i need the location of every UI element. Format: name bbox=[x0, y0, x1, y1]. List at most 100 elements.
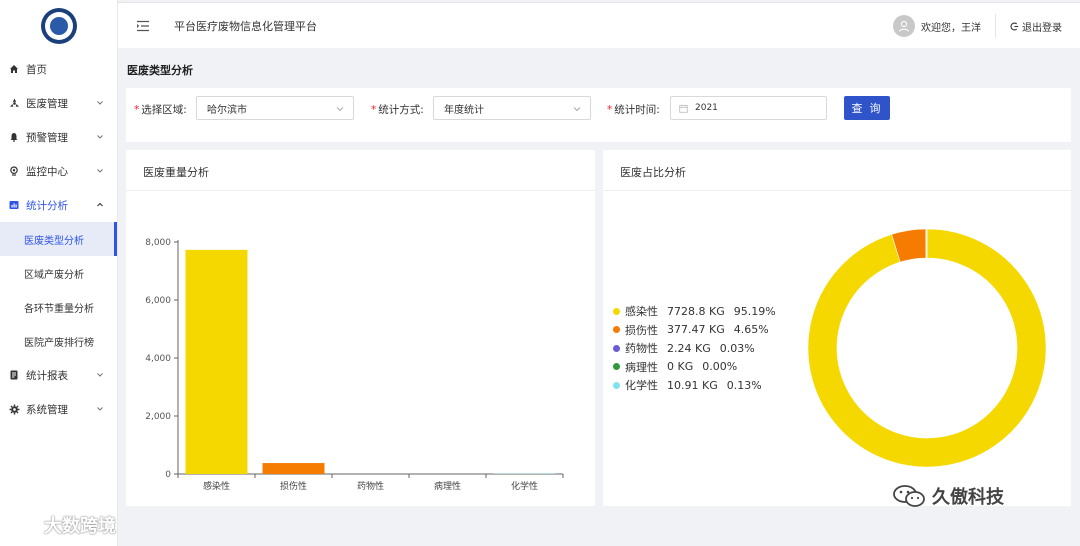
sidebar-item-system-management[interactable]: 系统管理 bbox=[0, 392, 117, 426]
legend-item[interactable]: 化学性 10.91 KG 0.13% bbox=[613, 376, 776, 395]
donut-slice[interactable] bbox=[807, 228, 1047, 468]
sidebar-item-reports[interactable]: 统计报表 bbox=[0, 358, 117, 392]
avatar[interactable] bbox=[893, 15, 915, 37]
logout-label: 退出登录 bbox=[1022, 22, 1062, 34]
sidebar-item-label: 统计报表 bbox=[26, 369, 68, 382]
logo-area bbox=[0, 0, 117, 52]
donut-legend: 感染性 7728.8 KG 95.19% 损伤性 377.47 KG 4.65% 药物性 2.… bbox=[613, 302, 776, 395]
sidebar-item-label: 监控中心 bbox=[26, 165, 68, 178]
header-divider bbox=[995, 14, 996, 38]
legend-percent: 0.13% bbox=[726, 378, 762, 392]
menu-toggle-icon[interactable] bbox=[136, 20, 150, 32]
logout-button[interactable]: 退出登录 bbox=[1010, 19, 1062, 34]
legend-label: 病理性 bbox=[625, 360, 658, 374]
sidebar-item-label: 统计分析 bbox=[26, 199, 68, 212]
welcome-text: 欢迎您，王洋 bbox=[921, 22, 981, 34]
time-label: * 统计时间: bbox=[607, 104, 660, 116]
chevron-down-icon bbox=[336, 107, 344, 112]
legend-percent: 4.65% bbox=[733, 323, 769, 337]
region-label: * 选择区域: bbox=[134, 104, 187, 116]
sidebar-item-label: 系统管理 bbox=[26, 403, 68, 416]
x-tick-label: 化学性 bbox=[511, 480, 538, 492]
x-tick-label: 感染性 bbox=[203, 480, 230, 492]
legend-swatch bbox=[613, 363, 620, 371]
legend-value: 10.91 KG bbox=[667, 378, 718, 392]
method-label: * 统计方式: bbox=[371, 104, 424, 116]
home-icon bbox=[8, 63, 20, 75]
method-select[interactable]: 年度统计 bbox=[433, 96, 591, 120]
y-tick-label: 4,000 bbox=[145, 354, 171, 364]
weight-analysis-card: 医废重量分析 0 2,000 4,000 6,000 8,000 感染性 损伤性 药物性 病理性… bbox=[126, 150, 595, 506]
sidebar-subitem-region-analysis[interactable]: 区域产废分析 bbox=[0, 256, 117, 290]
sidebar-subitem-waste-type-analysis[interactable]: 医废类型分析 bbox=[0, 222, 117, 256]
y-tick-label: 0 bbox=[165, 470, 171, 480]
sidebar-item-waste-management[interactable]: 医废管理 bbox=[0, 86, 117, 120]
legend-value: 7728.8 KG bbox=[667, 304, 725, 318]
weight-bar-chart: 0 2,000 4,000 6,000 8,000 感染性 损伤性 药物性 病理性 化学性 bbox=[145, 238, 564, 492]
report-icon bbox=[8, 369, 20, 381]
legend-label: 损伤性 bbox=[625, 323, 658, 337]
biohazard-icon bbox=[8, 97, 20, 109]
chevron-down-icon bbox=[97, 101, 103, 105]
monitor-icon bbox=[8, 165, 20, 177]
wechat-logo-icon bbox=[893, 485, 925, 507]
legend-percent: 0.00% bbox=[702, 360, 738, 374]
user-icon bbox=[898, 20, 910, 32]
sidebar-item-home[interactable]: 首页 bbox=[0, 52, 117, 86]
chevron-up-icon bbox=[97, 202, 103, 207]
sidebar-item-monitoring-center[interactable]: 监控中心 bbox=[0, 154, 117, 188]
chart-icon bbox=[8, 199, 20, 211]
sidebar-subitem-stage-weight-analysis[interactable]: 各环节重量分析 bbox=[0, 290, 117, 324]
legend-swatch bbox=[613, 344, 620, 352]
x-tick-label: 病理性 bbox=[434, 480, 461, 492]
legend-label: 化学性 bbox=[625, 379, 658, 393]
chevron-down-icon bbox=[97, 135, 103, 139]
legend-swatch bbox=[613, 326, 620, 334]
sidebar-item-statistics[interactable]: 统计分析 bbox=[0, 188, 117, 222]
chevron-down-icon bbox=[97, 373, 103, 377]
chevron-down-icon bbox=[97, 407, 103, 411]
chevron-down-icon bbox=[573, 107, 581, 112]
legend-percent: 95.19% bbox=[733, 304, 776, 318]
legend-label: 药物性 bbox=[625, 342, 658, 356]
legend-value: 377.47 KG bbox=[667, 323, 725, 337]
sidebar: 首页 医废管理 预警管理 监控中心 统计分析 医废类型分析 区域产废分析 各环节… bbox=[0, 0, 118, 546]
sidebar-subitem-hospital-ranking[interactable]: 医院产废排行榜 bbox=[0, 324, 117, 358]
gear-icon bbox=[8, 403, 20, 415]
donut-slice[interactable] bbox=[925, 228, 928, 259]
user-area: 欢迎您，王洋 退出登录 bbox=[893, 3, 1062, 49]
legend-label: 感染性 bbox=[625, 305, 658, 319]
legend-swatch bbox=[613, 381, 620, 389]
legend-item[interactable]: 损伤性 377.47 KG 4.65% bbox=[613, 321, 776, 340]
watermark-left: 大数跨境 bbox=[8, 512, 116, 538]
sidebar-item-label: 医废管理 bbox=[26, 97, 68, 110]
platform-title: 平台医疗废物信息化管理平台 bbox=[174, 19, 317, 33]
bar[interactable] bbox=[185, 249, 248, 474]
y-tick-label: 2,000 bbox=[145, 412, 171, 422]
logo bbox=[40, 8, 77, 44]
legend-value: 0 KG bbox=[667, 360, 694, 374]
time-date-picker[interactable]: 2021 bbox=[670, 96, 827, 120]
ratio-analysis-card: 医废占比分析 感染性 7728.8 KG 95.19% 损伤性 377.47 KG 4.6… bbox=[603, 150, 1071, 506]
y-tick-label: 6,000 bbox=[145, 296, 171, 306]
sidebar-item-alert-management[interactable]: 预警管理 bbox=[0, 120, 117, 154]
legend-swatch bbox=[613, 307, 620, 315]
query-button[interactable]: 查 询 bbox=[844, 96, 890, 120]
legend-percent: 0.03% bbox=[719, 341, 755, 355]
logout-icon bbox=[1010, 22, 1019, 30]
bar[interactable] bbox=[262, 463, 325, 474]
x-tick-label: 损伤性 bbox=[280, 480, 307, 492]
region-select[interactable]: 哈尔滨市 bbox=[196, 96, 354, 120]
bell-icon bbox=[8, 131, 20, 143]
chevron-down-icon bbox=[97, 169, 103, 173]
calendar-icon bbox=[679, 104, 688, 113]
legend-value: 2.24 KG bbox=[667, 341, 711, 355]
filter-bar: * 选择区域: 哈尔滨市 * 统计方式: 年度统计 * 统计时间: 2021 查 询 bbox=[126, 88, 1071, 142]
legend-item[interactable]: 药物性 2.24 KG 0.03% bbox=[613, 339, 776, 358]
top-header: 平台医疗废物信息化管理平台 欢迎您，王洋 退出登录 bbox=[118, 2, 1080, 48]
legend-item[interactable]: 感染性 7728.8 KG 95.19% bbox=[613, 302, 776, 321]
sidebar-item-label: 首页 bbox=[26, 63, 47, 76]
legend-item[interactable]: 病理性 0 KG 0.00% bbox=[613, 358, 776, 377]
watermark-right: 久傲科技 bbox=[892, 483, 1004, 509]
x-tick-label: 药物性 bbox=[357, 480, 384, 492]
